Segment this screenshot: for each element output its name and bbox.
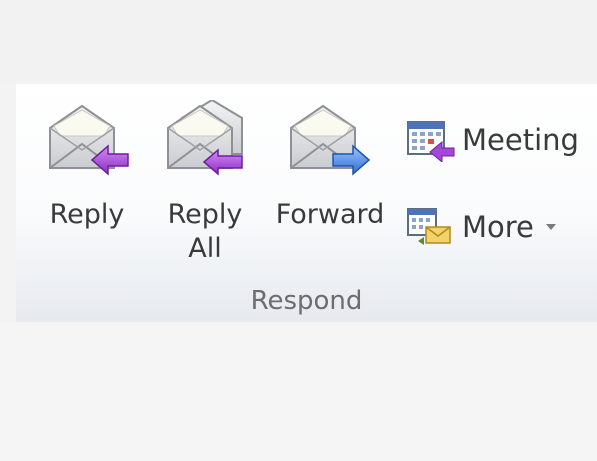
meeting-calendar-icon bbox=[407, 121, 455, 162]
reply-label: Reply bbox=[49, 199, 125, 230]
reply-all-button[interactable]: Reply All bbox=[146, 84, 264, 284]
more-button[interactable]: More bbox=[404, 201, 574, 253]
forward-envelope-icon bbox=[290, 104, 371, 176]
meeting-label: Meeting bbox=[462, 123, 579, 157]
more-calendar-icon bbox=[407, 208, 451, 245]
window-background-top bbox=[0, 0, 597, 84]
forward-button[interactable]: Forward bbox=[264, 84, 396, 284]
reply-all-label: Reply All bbox=[167, 199, 243, 264]
reply-button[interactable]: Reply bbox=[28, 84, 146, 284]
dropdown-caret-icon bbox=[545, 224, 556, 230]
window-background-bottom bbox=[0, 322, 597, 461]
forward-label: Forward bbox=[275, 199, 385, 230]
meeting-button[interactable]: Meeting bbox=[404, 114, 594, 166]
more-label: More bbox=[462, 210, 534, 244]
reply-envelope-icon bbox=[49, 104, 129, 176]
reply-all-envelope-icon bbox=[167, 100, 243, 176]
group-label: Respond bbox=[250, 286, 363, 316]
respond-ribbon-group: Reply Reply All Forward Meeting More Res… bbox=[16, 84, 597, 322]
